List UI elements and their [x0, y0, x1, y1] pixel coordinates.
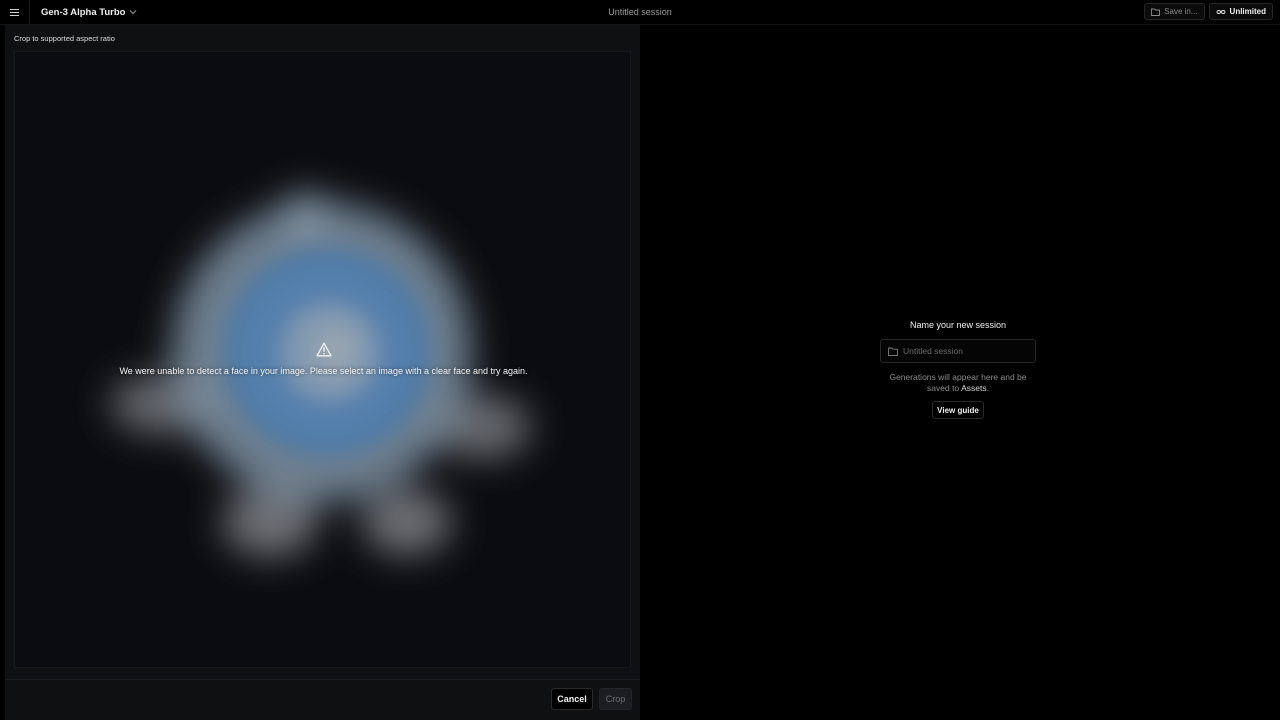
folder-icon	[888, 347, 898, 356]
face-detection-warning: We were unable to detect a face in your …	[15, 342, 630, 376]
model-name: Gen-3 Alpha Turbo	[41, 6, 126, 18]
crop-footer: Cancel Crop	[5, 679, 640, 720]
chevron-down-icon	[130, 10, 137, 15]
new-session-form: Name your new session Generations will a…	[880, 320, 1036, 419]
crop-panel: Crop to supported aspect ratio We were u…	[5, 25, 640, 720]
session-name-input[interactable]	[903, 346, 1023, 356]
crop-canvas[interactable]: We were unable to detect a face in your …	[14, 51, 631, 668]
save-in-label: Save in...	[1164, 7, 1198, 16]
new-session-title: Name your new session	[909, 320, 1007, 330]
folder-icon	[1151, 8, 1161, 16]
top-right-actions: Save in... Unlimited	[1144, 3, 1273, 20]
assets-link[interactable]: Assets	[961, 383, 987, 393]
view-guide-button[interactable]: View guide	[932, 401, 984, 419]
menu-button[interactable]	[0, 0, 30, 24]
session-name-field[interactable]	[880, 339, 1036, 363]
cancel-button[interactable]: Cancel	[551, 688, 593, 710]
plan-label: Unlimited	[1229, 7, 1266, 16]
session-hint-suffix: .	[986, 383, 989, 393]
session-panel: Name your new session Generations will a…	[641, 25, 1280, 720]
warning-triangle-icon	[315, 342, 332, 357]
hamburger-menu-icon	[10, 8, 19, 16]
session-hint: Generations will appear here and be save…	[880, 372, 1036, 394]
session-hint-prefix: Generations will appear here and be save…	[889, 372, 1027, 393]
infinity-icon	[1216, 9, 1225, 14]
top-bar: Gen-3 Alpha Turbo Untitled session Save …	[0, 0, 1280, 25]
crop-panel-title: Crop to supported aspect ratio	[14, 34, 115, 43]
plan-button[interactable]: Unlimited	[1208, 3, 1273, 20]
save-in-button[interactable]: Save in...	[1144, 3, 1205, 20]
warning-message: We were unable to detect a face in your …	[119, 366, 528, 376]
crop-button[interactable]: Crop	[599, 688, 632, 710]
session-title: Untitled session	[608, 7, 672, 17]
model-selector[interactable]: Gen-3 Alpha Turbo	[41, 7, 137, 18]
